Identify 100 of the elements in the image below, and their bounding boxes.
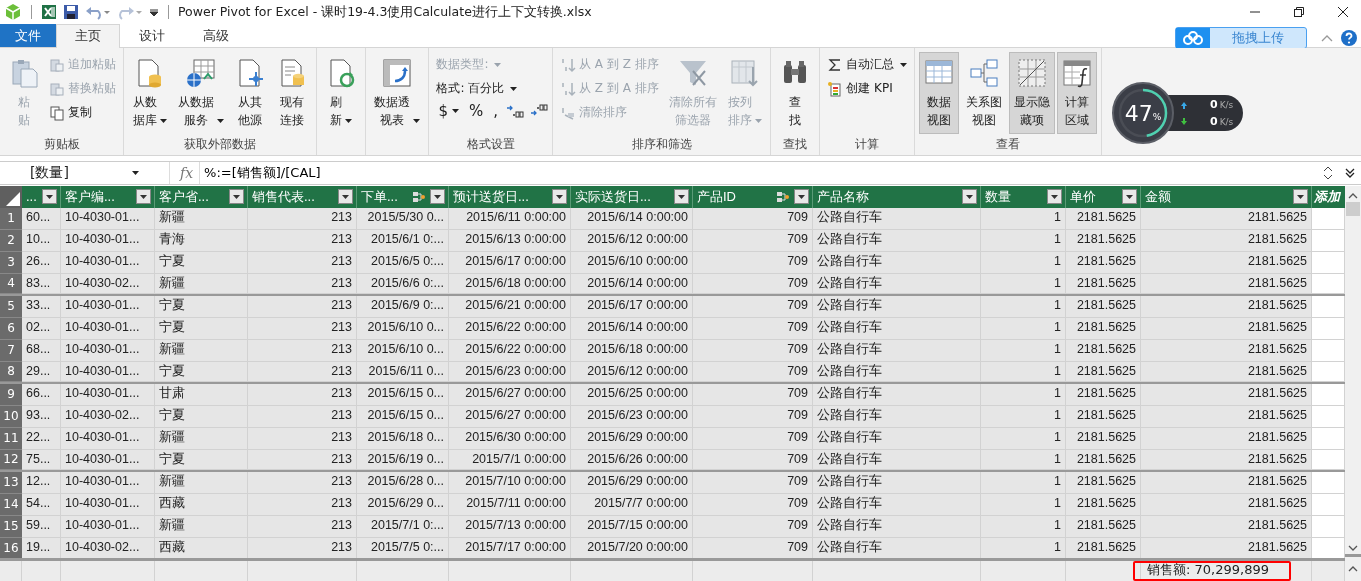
row-number[interactable]: 13 xyxy=(0,471,22,494)
ribbon-menu-item[interactable]: 自动汇总 xyxy=(824,54,911,75)
row-number[interactable]: 8 xyxy=(0,361,22,382)
table-cell: 宁夏 xyxy=(155,449,248,470)
help-icon[interactable] xyxy=(1341,30,1357,46)
table-cell: 2181.5625 xyxy=(1066,537,1141,558)
scroll-down-icon[interactable] xyxy=(1348,544,1358,552)
filter-button[interactable] xyxy=(1122,189,1137,205)
filter-button[interactable] xyxy=(42,189,57,205)
ribbon-button[interactable]: 数据透视表 xyxy=(369,52,425,134)
filter-button[interactable] xyxy=(1047,189,1062,205)
ribbon-button[interactable]: 查找 xyxy=(775,52,816,134)
row-number[interactable]: 1 xyxy=(0,207,22,230)
filter-button[interactable] xyxy=(136,189,151,205)
scroll-up-icon[interactable] xyxy=(1348,192,1358,200)
format-button[interactable]: % xyxy=(466,102,486,120)
table-cell: 2015/6/29 0:00:00 xyxy=(571,427,693,450)
spreadsheet-icon[interactable] xyxy=(41,4,57,20)
ribbon-menu-item[interactable]: 复制 xyxy=(46,102,119,123)
row-number[interactable]: 6 xyxy=(0,317,22,340)
filter-button[interactable] xyxy=(552,189,567,205)
row-number[interactable]: 12 xyxy=(0,449,22,470)
save-icon[interactable] xyxy=(63,4,79,20)
format-button[interactable]: , xyxy=(491,102,500,120)
filter-button[interactable] xyxy=(794,189,809,205)
add-column-header[interactable]: 添加 xyxy=(1312,186,1345,208)
window-title: Power Pivot for Excel - 课时19-4.3使用Calculate进行上下文转换.xlsx xyxy=(178,3,592,21)
column-header[interactable]: 实际送货日... xyxy=(571,186,693,208)
filter-button[interactable] xyxy=(430,189,445,205)
ribbon-button[interactable]: 从数据服务 xyxy=(172,52,228,134)
expand-icon[interactable] xyxy=(1345,167,1355,179)
row-number[interactable]: 11 xyxy=(0,427,22,450)
table-cell: 10-4030-01... xyxy=(61,427,155,450)
scroll-up-icon[interactable] xyxy=(1348,565,1358,573)
column-header[interactable]: 产品名称 xyxy=(813,186,981,208)
increase-decimal-icon[interactable] xyxy=(506,104,524,118)
blank-cell xyxy=(1312,229,1345,252)
caret-icon xyxy=(132,171,139,175)
ribbon-tab[interactable]: 设计 xyxy=(120,24,184,47)
column-title: ... xyxy=(26,189,38,205)
table-cell: 西藏 xyxy=(155,493,248,516)
collapse-ribbon-icon[interactable] xyxy=(1321,34,1333,42)
row-number[interactable]: 2 xyxy=(0,229,22,252)
column-header[interactable]: 金额 xyxy=(1141,186,1312,208)
column-title: 产品名称 xyxy=(817,187,870,206)
row-number[interactable]: 3 xyxy=(0,251,22,274)
ribbon-menu-item[interactable]: 格式: 百分比 xyxy=(433,78,548,99)
table-cell: 公路自行车 xyxy=(813,537,981,558)
column-header[interactable]: ... xyxy=(22,186,61,208)
column-header[interactable]: 单价 xyxy=(1066,186,1141,208)
row-number[interactable]: 5 xyxy=(0,295,22,318)
ribbon-tab[interactable]: 主页 xyxy=(56,24,120,48)
format-button[interactable]: $ xyxy=(436,102,461,120)
decrease-decimal-icon[interactable] xyxy=(530,104,548,118)
row-number[interactable]: 10 xyxy=(0,405,22,428)
select-all-corner[interactable] xyxy=(0,186,22,208)
name-box[interactable]: [数量] xyxy=(0,162,170,184)
filter-button[interactable] xyxy=(962,189,977,205)
scroll-thumb[interactable] xyxy=(1346,202,1360,216)
measure-value[interactable]: 销售额: 70,299,899 xyxy=(1141,561,1269,581)
spin-arrows-icon[interactable] xyxy=(1323,165,1333,181)
row-number[interactable]: 7 xyxy=(0,339,22,362)
row-number[interactable]: 9 xyxy=(0,383,22,406)
ribbon-menu-item[interactable]: 创建 KPI xyxy=(824,78,911,99)
ribbon-button[interactable]: 刷新 xyxy=(320,52,361,134)
ribbon-button[interactable]: 从其他源 xyxy=(229,52,270,134)
ribbon-button[interactable]: 计算区域 xyxy=(1056,52,1097,134)
filter-button[interactable] xyxy=(338,189,353,205)
column-header[interactable]: 客户编... xyxy=(61,186,155,208)
column-header[interactable]: 数量 xyxy=(981,186,1066,208)
table-cell: 2015/6/18 0... xyxy=(357,427,449,450)
ribbon-button[interactable]: 显示隐藏项 xyxy=(1009,52,1055,134)
column-header[interactable]: 销售代表... xyxy=(248,186,357,208)
row-number[interactable]: 16 xyxy=(0,537,22,558)
ribbon-button[interactable]: 关系图视图 xyxy=(961,52,1008,134)
ribbon-tab[interactable]: 高级 xyxy=(184,24,248,47)
table-cell: 10-4030-02... xyxy=(61,537,155,558)
ribbon-button[interactable]: 现有连接 xyxy=(271,52,312,134)
filter-button[interactable] xyxy=(229,189,244,205)
filter-button[interactable] xyxy=(1293,189,1308,205)
ribbon-button[interactable]: 从数据库 xyxy=(128,52,171,134)
filter-button[interactable] xyxy=(674,189,689,205)
file-tab[interactable]: 文件 xyxy=(0,24,56,47)
row-number[interactable]: 15 xyxy=(0,515,22,538)
table-cell: 10-4030-01... xyxy=(61,361,155,382)
column-title: 数量 xyxy=(985,187,1012,206)
column-header[interactable]: 下单... xyxy=(357,186,449,208)
undo-icon[interactable] xyxy=(85,4,111,20)
row-number[interactable]: 4 xyxy=(0,273,22,294)
restore-icon[interactable] xyxy=(1293,6,1305,18)
row-number[interactable]: 14 xyxy=(0,493,22,516)
upload-button[interactable]: 拖拽上传 xyxy=(1175,27,1307,49)
ribbon-button[interactable]: 数据视图 xyxy=(919,52,960,134)
close-icon[interactable] xyxy=(1337,6,1349,18)
table-cell: 公路自行车 xyxy=(813,207,981,230)
column-header[interactable]: 预计送货日... xyxy=(449,186,571,208)
vertical-scrollbar[interactable] xyxy=(1345,186,1361,581)
column-header[interactable]: 产品ID xyxy=(693,186,813,208)
column-header[interactable]: 客户省... xyxy=(155,186,248,208)
table-cell: 83... xyxy=(22,273,61,294)
